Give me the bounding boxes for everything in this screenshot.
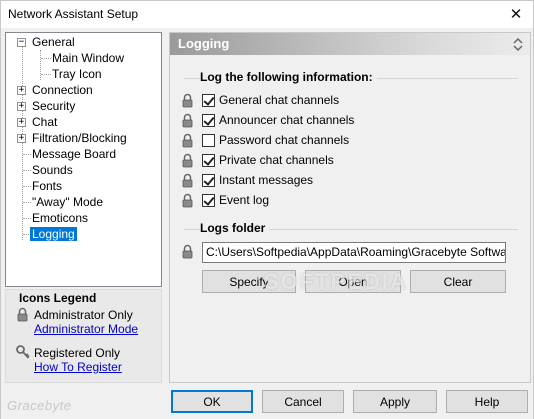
window-title: Network Assistant Setup (8, 7, 139, 21)
tree-connector-line (41, 58, 51, 59)
settings-tree: − General Main Window Tray Icon + Connec… (5, 32, 162, 287)
lock-icon (182, 173, 193, 188)
logs-folder-input[interactable]: C:\Users\Softpedia\AppData\Roaming\Grace… (202, 242, 506, 263)
apply-button[interactable]: Apply (353, 390, 437, 413)
expand-icon[interactable]: + (17, 86, 26, 95)
lock-icon (182, 244, 193, 259)
collapse-icon[interactable]: − (17, 38, 26, 47)
tree-connector-line (23, 186, 31, 187)
logging-panel: Logging Log the following information: G… (169, 32, 531, 383)
open-button[interactable]: Open (305, 270, 401, 293)
brand-logo: Gracebyte (7, 398, 72, 413)
tree-item-security[interactable]: Security (32, 99, 75, 114)
panel-title: Logging (178, 36, 230, 51)
specify-button[interactable]: Specify (202, 270, 296, 293)
tree-item-chat[interactable]: Chat (32, 115, 57, 130)
tree-item-general[interactable]: General (32, 35, 75, 50)
lock-icon (182, 193, 193, 208)
log-options-title: Log the following information: (200, 70, 377, 84)
title-bar: Network Assistant Setup ✕ (1, 1, 533, 28)
password-chat-label: Password chat channels (219, 133, 350, 147)
tree-connector-line (40, 50, 41, 80)
tree-item-tray-icon[interactable]: Tray Icon (52, 67, 102, 82)
legend-title: Icons Legend (19, 291, 97, 305)
tree-item-filtration-blocking[interactable]: Filtration/Blocking (32, 131, 127, 146)
key-icon (16, 345, 30, 359)
tree-item-message-board[interactable]: Message Board (32, 147, 116, 162)
tree-connector-line (23, 218, 31, 219)
tree-item-fonts[interactable]: Fonts (32, 179, 62, 194)
event-log-label: Event log (219, 193, 270, 207)
help-button[interactable]: Help (446, 390, 528, 413)
tree-item-main-window[interactable]: Main Window (52, 51, 124, 66)
tree-item-sounds[interactable]: Sounds (32, 163, 73, 178)
expand-icon[interactable]: + (17, 118, 26, 127)
lock-icon (182, 153, 193, 168)
legend-registered-label: Registered Only (34, 346, 121, 360)
general-chat-label: General chat channels (219, 93, 340, 107)
tree-item-emoticons[interactable]: Emoticons (32, 211, 88, 226)
instant-messages-checkbox[interactable] (202, 174, 215, 187)
lock-icon (182, 133, 193, 148)
lock-icon (17, 307, 28, 322)
tree-item-connection[interactable]: Connection (32, 83, 93, 98)
scroll-arrows-icon[interactable] (512, 35, 524, 53)
expand-icon[interactable]: + (17, 134, 26, 143)
expand-icon[interactable]: + (17, 102, 26, 111)
panel-header: Logging (170, 33, 530, 55)
how-to-register-link[interactable]: How To Register (34, 360, 122, 374)
dialog-window: Network Assistant Setup ✕ − General Main… (0, 0, 534, 419)
tree-connector-line (23, 170, 31, 171)
tree-connector-line (23, 202, 31, 203)
close-icon: ✕ (509, 6, 523, 23)
administrator-mode-link[interactable]: Administrator Mode (34, 322, 138, 336)
tree-connector-line (41, 74, 51, 75)
password-chat-checkbox[interactable] (202, 134, 215, 147)
event-log-checkbox[interactable] (202, 194, 215, 207)
tree-connector-line (23, 154, 31, 155)
lock-icon (182, 113, 193, 128)
cancel-button[interactable]: Cancel (262, 390, 344, 413)
logs-folder-title: Logs folder (200, 221, 270, 235)
legend-admin-label: Administrator Only (34, 308, 133, 322)
ok-button[interactable]: OK (171, 390, 253, 413)
close-button[interactable]: ✕ (499, 1, 533, 27)
icons-legend: Icons Legend Administrator Only Administ… (5, 289, 162, 383)
announcer-chat-label: Announcer chat channels (219, 113, 355, 127)
tree-item-away-mode[interactable]: "Away" Mode (32, 195, 103, 210)
instant-messages-label: Instant messages (219, 173, 314, 187)
private-chat-checkbox[interactable] (202, 154, 215, 167)
general-chat-checkbox[interactable] (202, 94, 215, 107)
private-chat-label: Private chat channels (219, 153, 334, 167)
lock-icon (182, 93, 193, 108)
announcer-chat-checkbox[interactable] (202, 114, 215, 127)
clear-button[interactable]: Clear (410, 270, 506, 293)
tree-item-logging[interactable]: Logging (30, 227, 77, 242)
